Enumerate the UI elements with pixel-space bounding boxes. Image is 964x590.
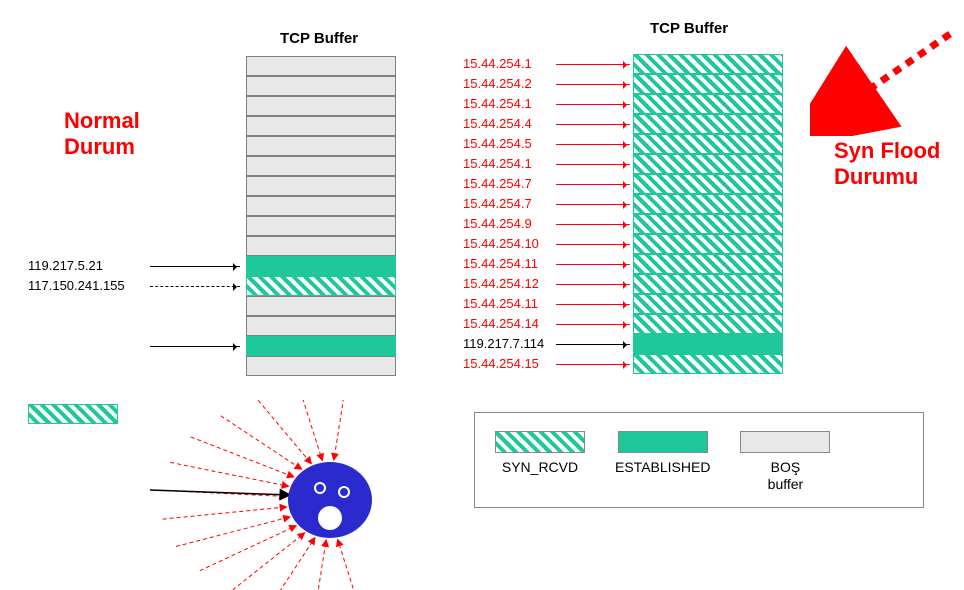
ip-label: 15.44.254.12 <box>463 274 544 294</box>
buffer-slot <box>633 154 783 174</box>
ip-label: 15.44.254.9 <box>463 214 544 234</box>
ip-label: 15.44.254.11 <box>463 254 544 274</box>
buffer-slot <box>246 176 396 196</box>
buffer-slot <box>633 94 783 114</box>
buffer-slot <box>633 314 783 334</box>
right-buffer-title: TCP Buffer <box>650 20 728 37</box>
ip-label: 119.217.5.21 <box>28 256 125 276</box>
buffer-slot <box>633 274 783 294</box>
buffer-slot <box>633 234 783 254</box>
left-buffer-title: TCP Buffer <box>280 30 358 47</box>
left-ip-labels: 119.217.5.21117.150.241.155 <box>28 56 125 376</box>
ip-label: 15.44.254.1 <box>463 154 544 174</box>
buffer-slot <box>246 156 396 176</box>
buffer-slot <box>633 194 783 214</box>
buffer-slot <box>246 336 396 356</box>
buffer-slot <box>246 256 396 276</box>
buffer-slot <box>246 116 396 136</box>
buffer-slot <box>246 216 396 236</box>
ip-label: 15.44.254.2 <box>463 74 544 94</box>
buffer-slot <box>633 334 783 354</box>
legend-empty: BOŞ buffer <box>740 431 830 493</box>
ip-label: 117.150.241.155 <box>28 276 125 296</box>
buffer-slot <box>246 276 396 296</box>
buffer-slot <box>633 134 783 154</box>
buffer-slot <box>633 254 783 274</box>
ip-label: 15.44.254.11 <box>463 294 544 314</box>
right-tcp-buffer <box>633 54 783 374</box>
buffer-slot <box>633 214 783 234</box>
legend-panel: SYN_RCVD ESTABLISHED BOŞ buffer <box>474 412 924 508</box>
swatch-est <box>618 431 708 453</box>
buffer-slot <box>246 56 396 76</box>
ip-label: 15.44.254.4 <box>463 114 544 134</box>
buffer-slot <box>633 294 783 314</box>
ip-label: 15.44.254.5 <box>463 134 544 154</box>
syn-flood-title: Syn Flood Durumu <box>834 138 940 191</box>
ip-label: 15.44.254.7 <box>463 194 544 214</box>
ip-label: 15.44.254.7 <box>463 174 544 194</box>
buffer-slot <box>633 54 783 74</box>
buffer-slot <box>633 174 783 194</box>
buffer-slot <box>246 136 396 156</box>
legend-syn-rcvd: SYN_RCVD <box>495 431 585 476</box>
buffer-slot <box>633 354 783 374</box>
buffer-slot <box>246 196 396 216</box>
ip-label: 15.44.254.14 <box>463 314 544 334</box>
stray-syn-swatch <box>28 404 118 424</box>
buffer-slot <box>246 236 396 256</box>
overloaded-server-icon <box>140 400 420 590</box>
buffer-slot <box>246 76 396 96</box>
swatch-empty <box>740 431 830 453</box>
buffer-slot <box>246 296 396 316</box>
attack-arrow-icon <box>810 26 960 136</box>
ip-label: 15.44.254.1 <box>463 94 544 114</box>
buffer-slot <box>633 114 783 134</box>
buffer-slot <box>246 356 396 376</box>
legend-established: ESTABLISHED <box>615 431 710 476</box>
ip-label: 15.44.254.1 <box>463 54 544 74</box>
swatch-syn <box>495 431 585 453</box>
ip-label: 15.44.254.15 <box>463 354 544 374</box>
ip-label: 119.217.7.114 <box>463 334 544 354</box>
left-tcp-buffer <box>246 56 396 376</box>
ip-label: 15.44.254.10 <box>463 234 544 254</box>
buffer-slot <box>633 74 783 94</box>
right-ip-labels: 15.44.254.115.44.254.215.44.254.115.44.2… <box>463 54 544 374</box>
buffer-slot <box>246 96 396 116</box>
buffer-slot <box>246 316 396 336</box>
